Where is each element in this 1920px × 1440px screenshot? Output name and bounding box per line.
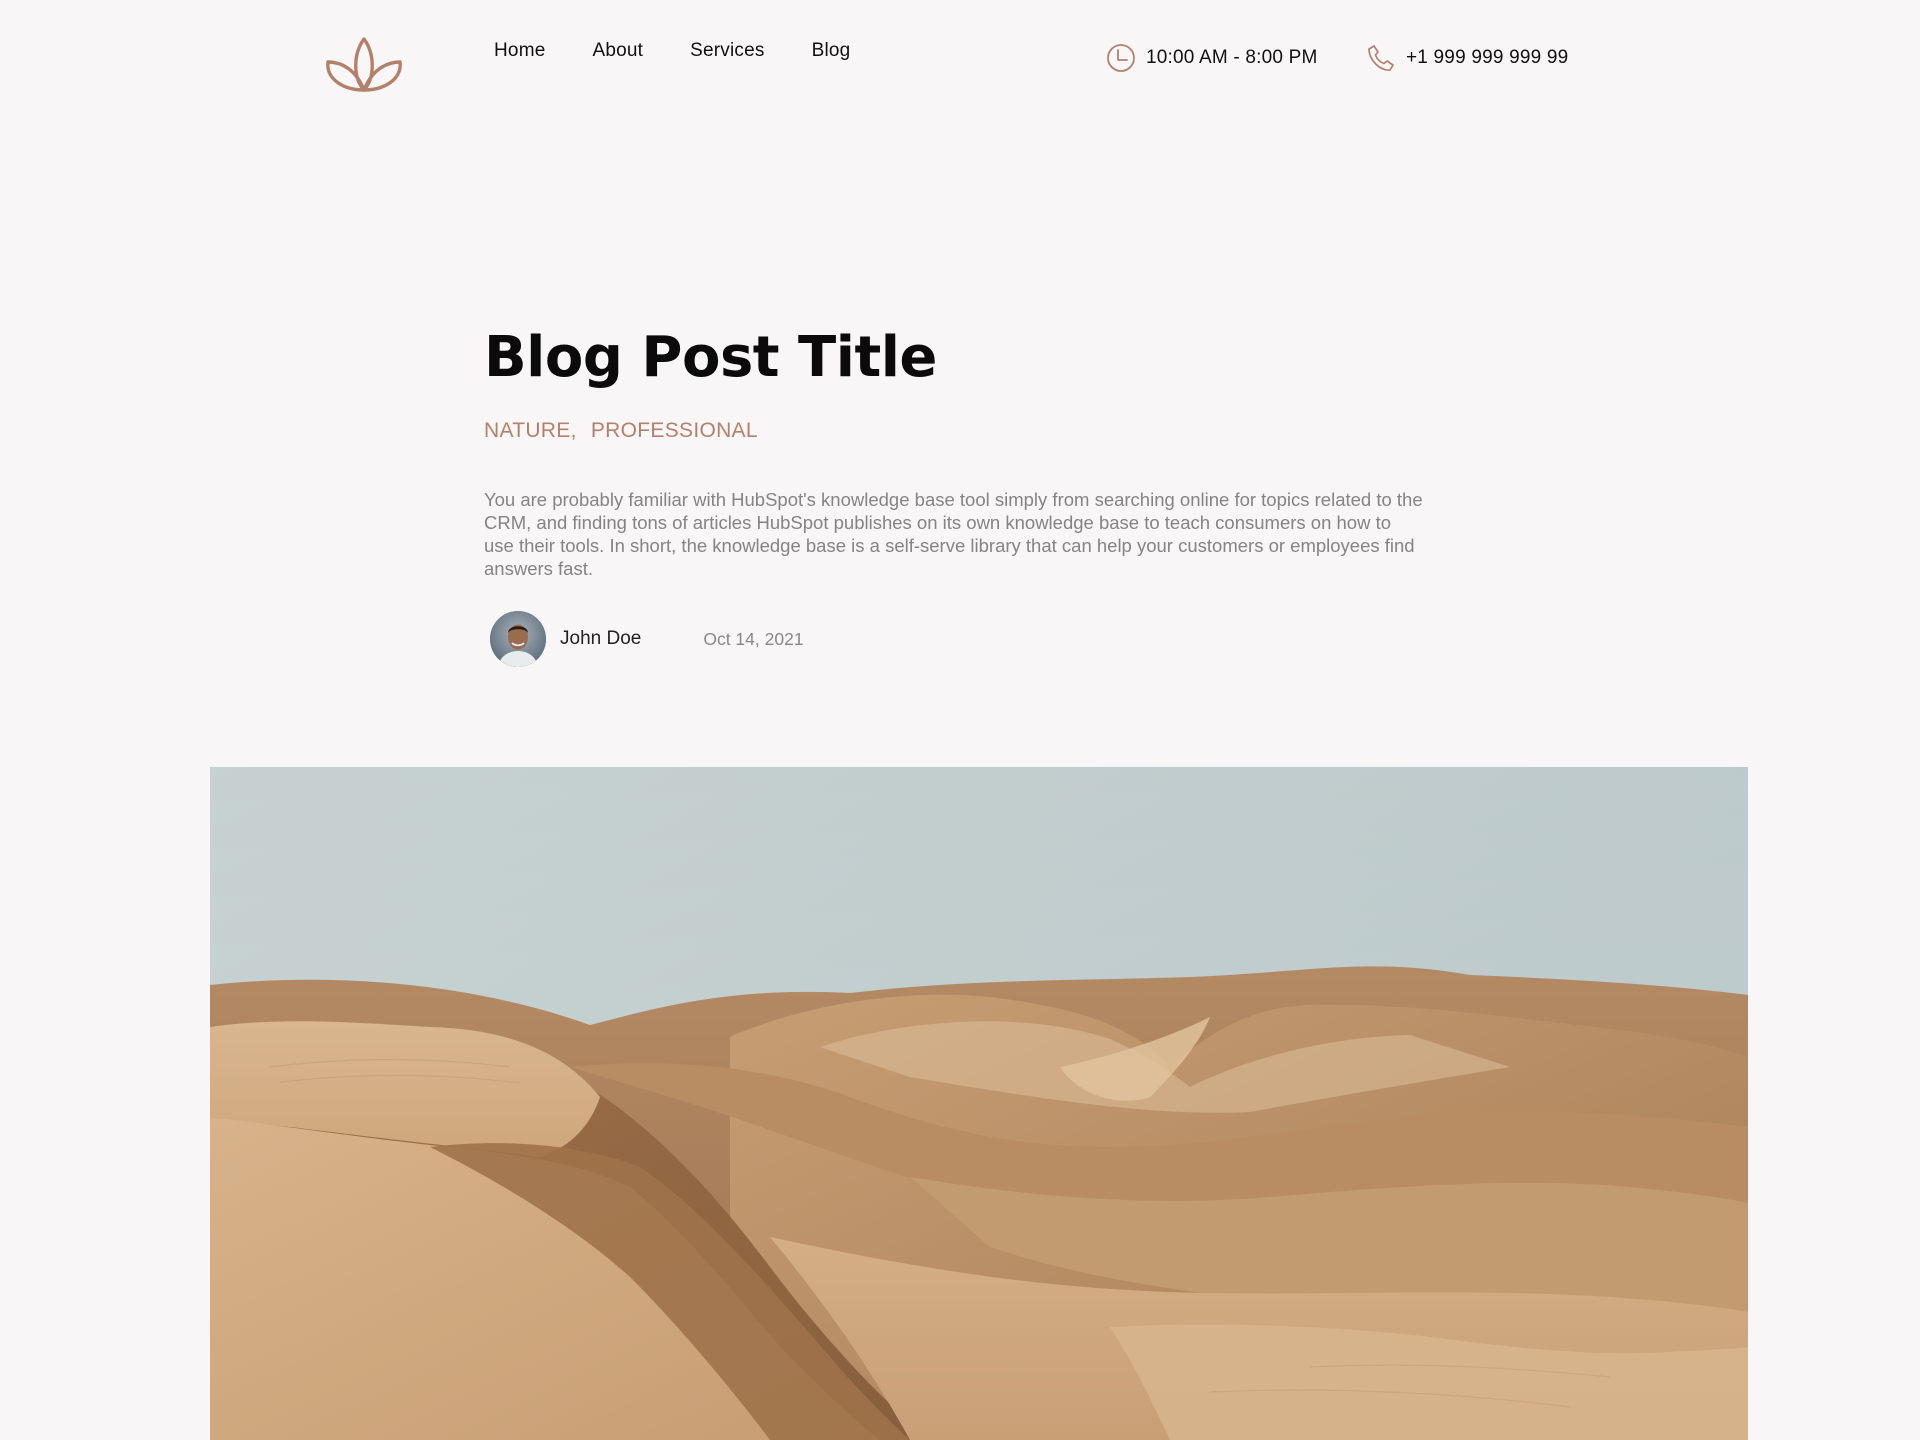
page: Home About Services Blog 10:00 AM - 8:00… [0,0,1920,1440]
main-nav: Home About Services Blog [494,40,897,62]
category-tag[interactable]: PROFESSIONAL [591,419,758,442]
lotus-logo-icon[interactable] [322,18,406,94]
blog-post: Blog Post Title NATURE, PROFESSIONAL You… [484,322,1424,668]
nav-home[interactable]: Home [494,40,545,62]
nav-services[interactable]: Services [690,40,764,62]
phone-number[interactable]: +1 999 999 999 99 [1406,47,1568,69]
author-name[interactable]: John Doe [560,628,641,650]
nav-blog[interactable]: Blog [812,40,851,62]
post-categories: NATURE, PROFESSIONAL [484,418,1424,444]
author-avatar[interactable] [490,611,546,667]
post-title: Blog Post Title [484,325,937,390]
desert-dunes-image [210,767,1748,1440]
category-tag[interactable]: NATURE, [484,419,577,442]
hours-text: 10:00 AM - 8:00 PM [1146,47,1318,68]
site-header: Home About Services Blog 10:00 AM - 8:00… [0,0,1920,116]
post-meta: John Doe Oct 14, 2021 [484,610,1424,668]
phone-contact[interactable]: +1 999 999 999 99 [1366,43,1568,73]
phone-icon [1366,43,1396,73]
nav-about[interactable]: About [592,40,643,62]
post-date: Oct 14, 2021 [703,628,804,649]
post-excerpt: You are probably familiar with HubSpot's… [484,489,1423,579]
opening-hours: 10:00 AM - 8:00 PM [1106,43,1318,73]
clock-icon [1106,43,1136,73]
